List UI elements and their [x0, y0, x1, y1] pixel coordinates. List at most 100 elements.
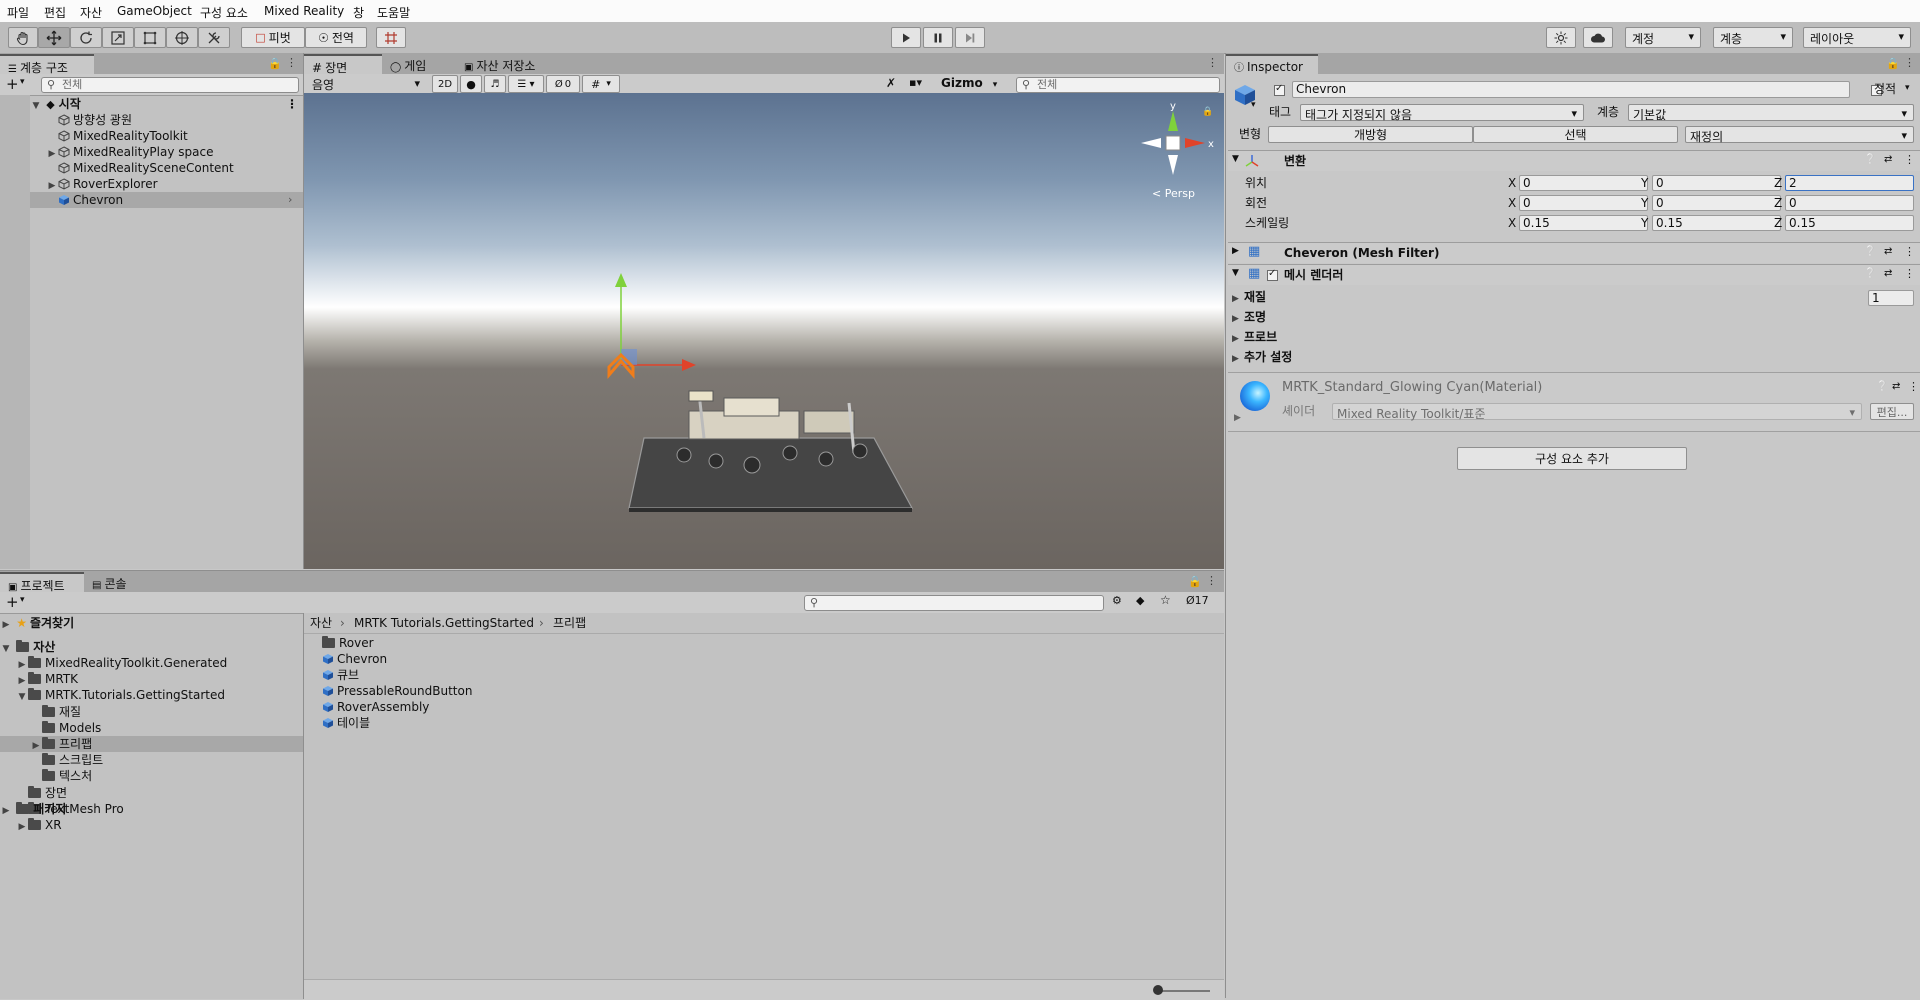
chevron-down-icon[interactable]: ▾ [20, 595, 25, 605]
expand-right-icon[interactable]: ▶ [16, 819, 28, 835]
favorites-row[interactable]: ▶ ★ 즐겨찾기 [0, 615, 303, 631]
renderer-section-1[interactable]: ▶ 조명 [1232, 309, 1832, 325]
menu-component[interactable]: 구성 요소 [200, 4, 248, 21]
rect-tool-button[interactable] [134, 27, 166, 48]
scale-z-input[interactable]: 0.15 [1785, 215, 1914, 231]
layout-dropdown[interactable]: 레이아웃 [1803, 27, 1911, 48]
expand-right-icon[interactable]: ▶ [1232, 351, 1244, 367]
scale-y-input[interactable]: 0.15 [1652, 215, 1781, 231]
step-button[interactable] [955, 27, 985, 48]
menu-edit[interactable]: 편집 [44, 4, 66, 21]
renderer-section-0[interactable]: ▶ 재질 [1232, 289, 1832, 305]
pause-button[interactable] [923, 27, 953, 48]
scale-tool-button[interactable] [102, 27, 134, 48]
rotation-z-input[interactable]: 0 [1785, 195, 1914, 211]
scene-row[interactable]: ▼ ◆ 시작 ⋮ [30, 96, 303, 112]
account-dropdown[interactable]: 계정 [1625, 27, 1701, 48]
expand-right-icon[interactable]: ▶ [1232, 246, 1239, 256]
rotation-y-input[interactable]: 0 [1652, 195, 1781, 211]
hand-tool-button[interactable] [8, 27, 38, 48]
materials-size-input[interactable]: 1 [1868, 290, 1914, 306]
scene-kebab-icon[interactable]: ⋮ [286, 96, 298, 112]
position-y-input[interactable]: 0 [1652, 175, 1781, 191]
pivot-toggle[interactable]: □ 피벗 [241, 27, 305, 48]
expand-down-icon[interactable]: ▼ [1232, 154, 1239, 164]
move-gizmo[interactable] [607, 273, 696, 380]
chevron-down-icon[interactable]: ▾ [1251, 100, 1256, 110]
active-checkbox[interactable] [1274, 83, 1285, 96]
presets-icon[interactable]: ⇄ [1884, 268, 1892, 279]
shading-mode-dropdown[interactable]: 음영 [306, 75, 426, 93]
project-file-item[interactable]: 큐브 [322, 667, 359, 683]
transform-tool-button[interactable] [166, 27, 198, 48]
help-icon[interactable]: ❔ [1864, 154, 1876, 165]
expand-right-icon[interactable]: ▶ [1232, 291, 1244, 307]
gizmos-dropdown[interactable]: Gizmo ▾ [941, 76, 997, 90]
star-icon[interactable]: ☆ [1160, 593, 1171, 607]
effects-dropdown[interactable]: ☰ ▾ [508, 75, 544, 93]
scene-search-input[interactable]: ⚲ 전체 [1016, 77, 1220, 93]
mesh-renderer-header[interactable]: ▼ ▦ 메시 렌더러 ❔ ⇄ ⋮ [1228, 264, 1920, 285]
lighting-toggle[interactable]: ● [460, 75, 482, 93]
hierarchy-item[interactable]: ▶ MixedRealityPlay space [30, 144, 303, 160]
audio-toggle[interactable]: ♬ [484, 75, 506, 93]
camera-icon[interactable]: ▪▾ [909, 76, 922, 89]
tab-hierarchy[interactable]: ☰ 계층 구조 [0, 54, 94, 75]
expand-down-icon[interactable]: ▼ [1232, 268, 1239, 278]
expand-right-icon[interactable]: ▶ [1232, 311, 1244, 327]
filter-label-icon[interactable]: ◆ [1136, 594, 1144, 607]
cloud-button[interactable] [1583, 27, 1613, 48]
tag-dropdown[interactable]: 태그가 지정되지 않음 [1300, 104, 1584, 122]
kebab-menu-icon[interactable]: ⋮ [1206, 574, 1217, 587]
folder-tree-item[interactable]: 텍스처 [0, 768, 303, 784]
hierarchy-item[interactable]: 방향성 광원 [30, 112, 303, 128]
presets-icon[interactable]: ⇄ [1892, 381, 1900, 392]
grid-dropdown[interactable]: # ▾ [582, 75, 620, 93]
object-name-input[interactable]: Chevron [1292, 81, 1850, 98]
menu-window[interactable]: 창 [353, 4, 364, 21]
shader-dropdown[interactable]: Mixed Reality Toolkit/표준 [1332, 403, 1862, 421]
presets-icon[interactable]: ⇄ [1884, 154, 1892, 165]
folder-tree-item[interactable]: ▶ 프리팹 [0, 736, 303, 752]
lock-icon[interactable]: 🔒 [1188, 575, 1202, 588]
hierarchy-item[interactable]: ▶ RoverExplorer [30, 176, 303, 192]
presets-icon[interactable]: ⇄ [1884, 246, 1892, 257]
tab-game[interactable]: ◯ 게임 [382, 54, 452, 74]
add-icon[interactable]: + [6, 75, 19, 93]
menu-file[interactable]: 파일 [7, 4, 29, 21]
mesh-renderer-enabled-checkbox[interactable] [1267, 268, 1278, 281]
filter-type-icon[interactable]: ⚙ [1112, 594, 1122, 607]
tab-project[interactable]: ▣ 프로젝트 [0, 572, 84, 593]
chevron-down-icon[interactable]: ▾ [20, 77, 25, 87]
kebab-menu-icon[interactable]: ⋮ [286, 56, 297, 69]
expand-right-icon[interactable]: ▶ [0, 617, 12, 633]
move-tool-button[interactable] [38, 27, 70, 48]
play-button[interactable] [891, 27, 921, 48]
folder-tree-item[interactable]: ▼ MRTK.Tutorials.GettingStarted [0, 687, 303, 703]
project-file-item[interactable]: PressableRoundButton [322, 683, 472, 699]
folder-tree-item[interactable]: 스크립트 [0, 752, 303, 768]
expand-right-icon[interactable]: ▶ [1234, 413, 1241, 423]
rotate-tool-button[interactable] [70, 27, 102, 48]
assets-row[interactable]: ▼ 자산 [0, 639, 303, 655]
edit-shader-button[interactable]: 편집... [1870, 403, 1914, 420]
help-icon[interactable]: ❔ [1876, 381, 1888, 392]
rotation-x-input[interactable]: 0 [1519, 195, 1648, 211]
lock-icon[interactable]: 🔒 [268, 57, 282, 70]
add-icon[interactable]: + [6, 593, 19, 611]
add-component-button[interactable]: 구성 요소 추가 [1457, 447, 1687, 470]
packages-row[interactable]: ▶ 패키지 [0, 801, 303, 817]
layers-dropdown[interactable]: 계층 [1713, 27, 1793, 48]
menu-assets[interactable]: 자산 [80, 4, 102, 21]
grid-snap-button[interactable] [376, 27, 406, 48]
expand-right-icon[interactable]: ▶ [0, 803, 12, 819]
folder-tree-item[interactable]: ▶ MRTK [0, 671, 303, 687]
breadcrumb-item-prefabs[interactable]: 프리팹 [553, 615, 586, 631]
hidden-packages-toggle[interactable]: Ø17 [1186, 594, 1209, 607]
project-file-item[interactable]: RoverAssembly [322, 699, 429, 715]
project-search-input[interactable]: ⚲ [804, 595, 1104, 611]
component-menu-icon[interactable]: ⋮ [1904, 267, 1915, 280]
folder-tree-item[interactable]: 장면 [0, 785, 303, 801]
custom-tool-button[interactable] [198, 27, 230, 48]
chevron-down-icon[interactable]: ▾ [1905, 83, 1910, 93]
